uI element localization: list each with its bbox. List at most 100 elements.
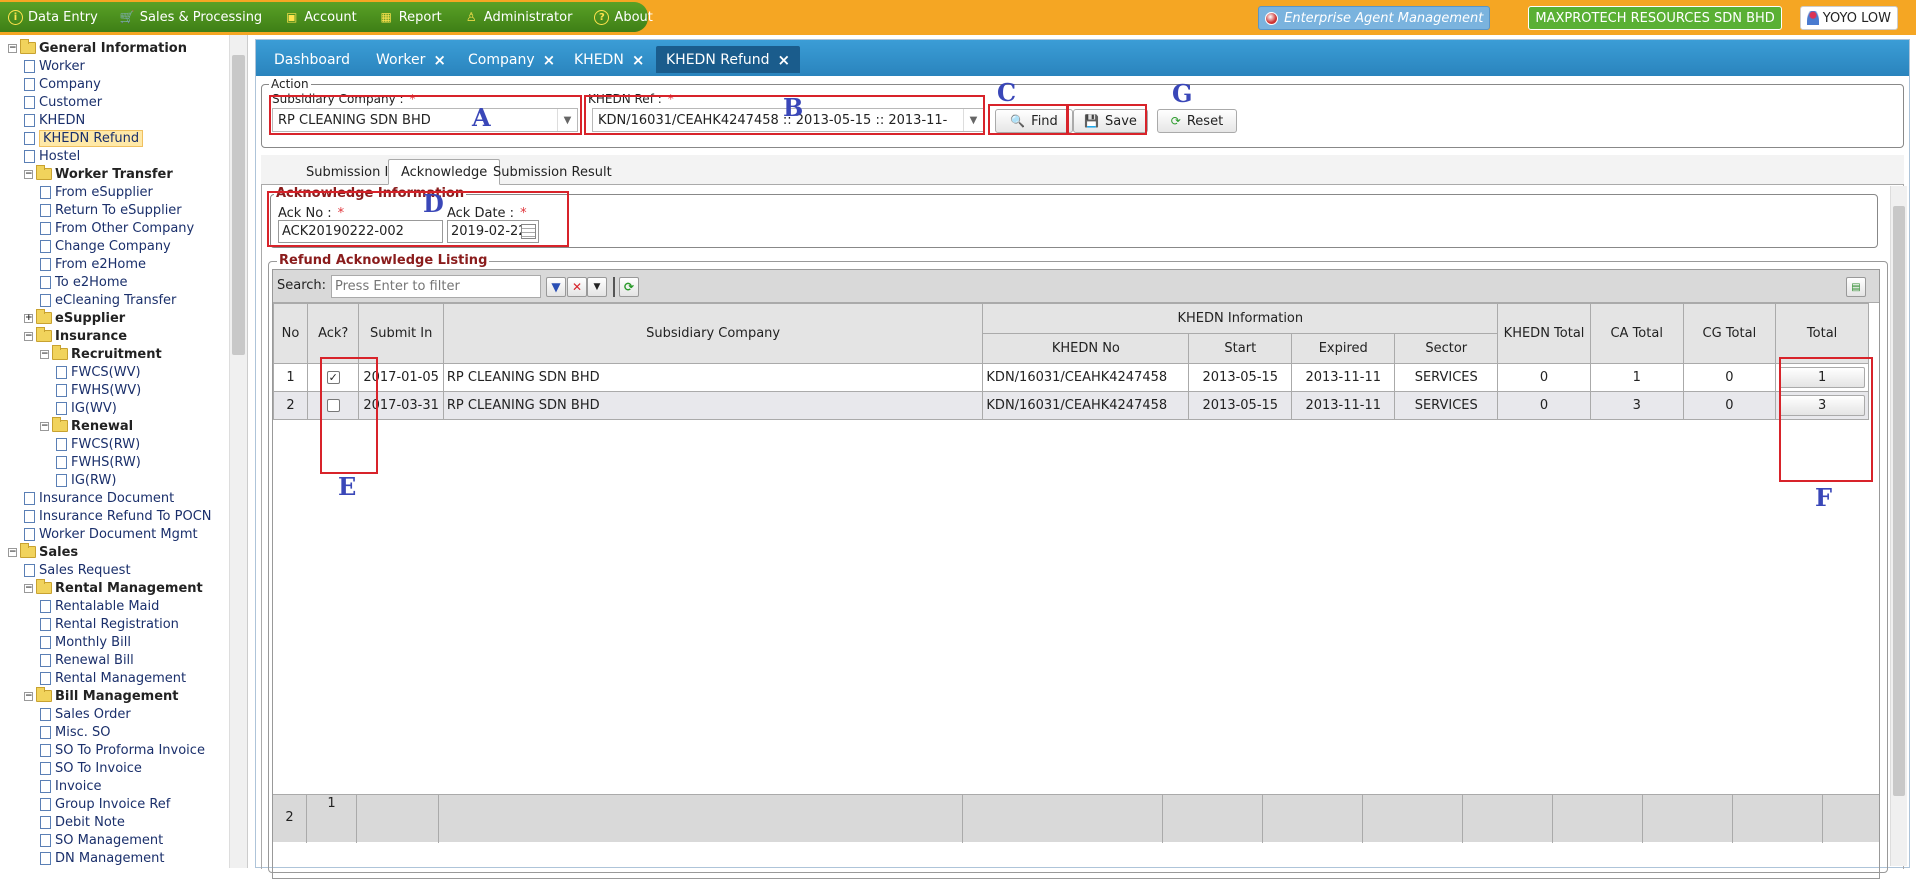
sidebar-scrollbar[interactable] [229, 35, 247, 868]
tab-khedn[interactable]: KHEDN × [564, 46, 654, 73]
save-button[interactable]: 💾 Save [1073, 109, 1148, 133]
sidebar-item[interactable]: + eSupplier [24, 309, 125, 327]
tab-khedn-refund[interactable]: KHEDN Refund × [656, 46, 801, 73]
col-start[interactable]: Start [1188, 333, 1293, 364]
sidebar-item[interactable]: − Renewal [40, 417, 133, 435]
col-khedn-no[interactable]: KHEDN No [982, 333, 1190, 364]
sidebar-item[interactable]: FWHS(RW) [56, 453, 141, 471]
sidebar-item[interactable]: − Rental Management [24, 579, 203, 597]
sidebar-item[interactable]: IG(RW) [56, 471, 116, 489]
ack-date-input[interactable]: 2019-02-22 [447, 220, 539, 243]
sidebar-item[interactable]: From eSupplier [40, 183, 153, 201]
sidebar-item[interactable]: Change Company [40, 237, 171, 255]
col-khedn-total[interactable]: KHEDN Total [1497, 303, 1591, 364]
sidebar-item[interactable]: Invoice [40, 777, 101, 795]
sidebar-item[interactable]: SO To Proforma Invoice [40, 741, 205, 759]
clear-filter-icon[interactable]: ✕ [567, 277, 587, 297]
col-expired[interactable]: Expired [1291, 333, 1396, 364]
sidebar-item[interactable]: Misc. SO [40, 723, 111, 741]
refresh-icon[interactable]: ⟳ [619, 277, 639, 297]
sidebar-item[interactable]: Worker [24, 57, 85, 75]
reset-button[interactable]: ⟳ Reset [1157, 109, 1237, 133]
close-icon[interactable]: × [632, 51, 645, 69]
search-input[interactable] [331, 275, 541, 298]
close-icon[interactable]: × [778, 51, 791, 69]
collapse-icon[interactable]: − [8, 43, 17, 53]
sidebar-item[interactable]: Rentalable Maid [40, 597, 159, 615]
total-button[interactable]: 1 [1779, 367, 1866, 388]
menu-report[interactable]: ▦ Report [379, 10, 442, 25]
filter-icon[interactable]: ▼ [546, 277, 566, 297]
table-row[interactable]: 1 ✓ 2017-01-05 RP CLEANING SDN BHD KDN/1… [273, 363, 1869, 392]
ack-checkbox[interactable] [326, 399, 340, 412]
close-icon[interactable]: × [433, 51, 446, 69]
user-button[interactable]: YOYO LOW [1799, 6, 1898, 30]
sidebar-item[interactable]: From e2Home [40, 255, 146, 273]
menu-administrator[interactable]: ♙ Administrator [464, 10, 573, 25]
sidebar-item[interactable]: Insurance Refund To POCN [24, 507, 212, 525]
sidebar-item[interactable]: From Other Company [40, 219, 194, 237]
sidebar-item[interactable]: Group Invoice Ref [40, 795, 170, 813]
sidebar-item[interactable]: Monthly Bill [40, 633, 131, 651]
menu-about[interactable]: ? About [594, 9, 653, 25]
table-row[interactable]: 2 2017-03-31 RP CLEANING SDN BHD KDN/160… [273, 391, 1869, 420]
sidebar-item[interactable]: Return To eSupplier [40, 201, 182, 219]
sidebar-item[interactable]: To e2Home [40, 273, 127, 291]
sidebar-item[interactable]: − Worker Transfer [24, 165, 173, 183]
sidebar-item[interactable]: Customer [24, 93, 102, 111]
sidebar-item[interactable]: Worker Document Mgmt [24, 525, 198, 543]
tab-company[interactable]: Company × [458, 46, 565, 73]
calendar-icon[interactable] [521, 224, 536, 239]
sidebar-scroll-thumb[interactable] [232, 55, 245, 355]
collapse-icon[interactable]: − [40, 349, 49, 359]
find-button[interactable]: 🔍 Find [995, 109, 1073, 133]
menu-sales-processing[interactable]: 🛒 Sales & Processing [120, 10, 262, 25]
sidebar-item[interactable]: Company [24, 75, 101, 93]
total-button[interactable]: 3 [1779, 395, 1866, 416]
close-icon[interactable]: × [543, 51, 556, 69]
sidebar-item[interactable]: FWCS(WV) [56, 363, 141, 381]
sidebar-item[interactable]: Sales Request [24, 561, 131, 579]
sidebar-item[interactable]: Rental Management [40, 669, 186, 687]
collapse-icon[interactable]: − [40, 421, 49, 431]
collapse-icon[interactable]: − [24, 691, 33, 701]
sidebar-item[interactable]: FWCS(RW) [56, 435, 140, 453]
content-scroll-thumb[interactable] [1893, 206, 1905, 796]
collapse-icon[interactable]: − [24, 583, 33, 593]
sidebar-item[interactable]: − Recruitment [40, 345, 162, 363]
col-sector[interactable]: Sector [1394, 333, 1499, 364]
sidebar-item[interactable]: − Sales [8, 543, 78, 561]
menu-account[interactable]: ▣ Account [284, 10, 357, 25]
tab-submission-result[interactable]: Submission Result [481, 159, 624, 185]
col-subsidiary[interactable]: Subsidiary Company [442, 303, 984, 364]
sidebar-item[interactable]: Renewal Bill [40, 651, 134, 669]
ack-checkbox[interactable]: ✓ [326, 371, 340, 384]
sidebar-item[interactable]: − Insurance [24, 327, 127, 345]
col-submit-in[interactable]: Submit In [358, 303, 444, 364]
sidebar-item[interactable]: Debit Note [40, 813, 125, 831]
ack-no-input[interactable]: ACK20190222-002 [278, 220, 443, 243]
sidebar-item[interactable]: − Bill Management [24, 687, 179, 705]
export-excel-icon[interactable]: ▤ [1846, 277, 1866, 297]
sidebar-item[interactable]: KHEDN [24, 111, 85, 129]
content-scrollbar[interactable] [1890, 186, 1907, 866]
tab-dashboard[interactable]: Dashboard [264, 46, 360, 73]
sidebar-item[interactable]: Rental Registration [40, 615, 179, 633]
sidebar-item[interactable]: eCleaning Transfer [40, 291, 176, 309]
collapse-icon[interactable]: − [24, 331, 33, 341]
col-total[interactable]: Total [1775, 303, 1869, 364]
menu-data-entry[interactable]: i Data Entry [8, 9, 98, 25]
col-cg-total[interactable]: CG Total [1682, 303, 1777, 364]
collapse-icon[interactable]: − [24, 169, 33, 179]
tab-worker[interactable]: Worker × [366, 46, 456, 73]
sidebar-item[interactable]: Insurance Document [24, 489, 174, 507]
chevron-down-icon[interactable]: ▼ [557, 109, 577, 131]
col-no[interactable]: No [273, 303, 308, 364]
chevron-down-icon[interactable]: ▼ [963, 109, 983, 131]
col-ca-total[interactable]: CA Total [1589, 303, 1684, 364]
col-ack[interactable]: Ack? [306, 303, 360, 364]
chevron-down-icon[interactable]: ▼ [587, 277, 607, 297]
expand-icon[interactable]: + [24, 313, 33, 323]
sidebar-item[interactable]: DN Management [40, 849, 165, 867]
sidebar-item[interactable]: Hostel [24, 147, 80, 165]
